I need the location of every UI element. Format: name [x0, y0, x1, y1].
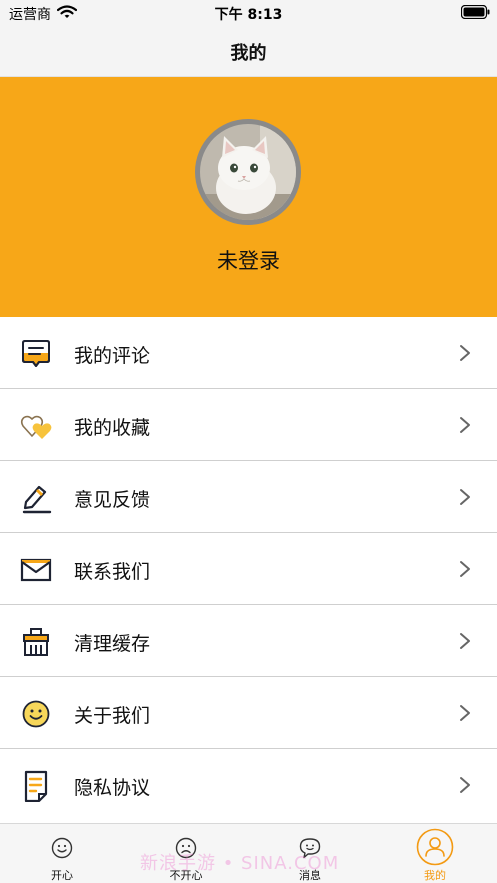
smiley-icon	[22, 700, 50, 728]
menu-item-contact[interactable]: 联系我们	[0, 533, 497, 605]
login-status[interactable]: 未登录	[0, 245, 497, 275]
tab-bar: 开心 不开心 消息 我的 新浪手游 • SINA.COM	[0, 823, 497, 883]
menu-item-label: 我的收藏	[74, 417, 151, 439]
document-icon	[24, 770, 48, 802]
status-bar: 运营商 下午 8:13	[0, 0, 497, 26]
menu-item-label: 联系我们	[74, 561, 151, 583]
menu-item-label: 关于我们	[74, 705, 151, 727]
menu-item-label: 意见反馈	[74, 489, 151, 511]
menu-item-comments[interactable]: 我的评论	[0, 317, 497, 389]
nav-bar: 我的	[0, 26, 497, 77]
status-time: 下午 8:13	[214, 7, 283, 23]
battery-icon	[461, 5, 490, 19]
chevron-right-icon	[460, 417, 470, 433]
envelope-icon	[20, 558, 52, 582]
profile-header: 未登录	[0, 77, 497, 317]
page-title: 我的	[230, 43, 267, 64]
menu-item-favorites[interactable]: 我的收藏	[0, 389, 497, 461]
tab-mine[interactable]: 我的	[373, 824, 497, 883]
chevron-right-icon	[460, 345, 470, 361]
menu-item-about[interactable]: 关于我们	[0, 677, 497, 749]
menu-item-privacy[interactable]: 隐私协议	[0, 749, 497, 821]
watermark-text: 新浪手游 • SINA.COM	[140, 853, 340, 874]
chevron-right-icon	[460, 633, 470, 649]
cache-icon	[23, 628, 49, 656]
avatar[interactable]	[195, 119, 301, 225]
tab-label: 开心	[51, 869, 73, 882]
chevron-right-icon	[460, 705, 470, 721]
menu-item-feedback[interactable]: 意见反馈	[0, 461, 497, 533]
menu-item-label: 隐私协议	[74, 777, 151, 799]
hearts-icon	[20, 415, 52, 439]
chevron-right-icon	[460, 777, 470, 793]
menu-item-label: 我的评论	[74, 345, 151, 367]
avatar-cat-image	[200, 124, 296, 220]
person-icon	[416, 828, 454, 866]
chevron-right-icon	[460, 489, 470, 505]
happy-face-icon	[51, 837, 73, 859]
pencil-icon	[22, 485, 52, 514]
comment-icon	[22, 340, 50, 367]
tab-happy[interactable]: 开心	[0, 824, 124, 883]
chevron-right-icon	[460, 561, 470, 577]
menu-item-clear-cache[interactable]: 清理缓存	[0, 605, 497, 677]
tab-label: 我的	[424, 869, 446, 882]
menu-item-label: 清理缓存	[74, 633, 151, 655]
settings-menu: 我的评论 我的收藏 意见反馈 联系我们 清理缓存 关于我们 隐私协议	[0, 317, 497, 821]
